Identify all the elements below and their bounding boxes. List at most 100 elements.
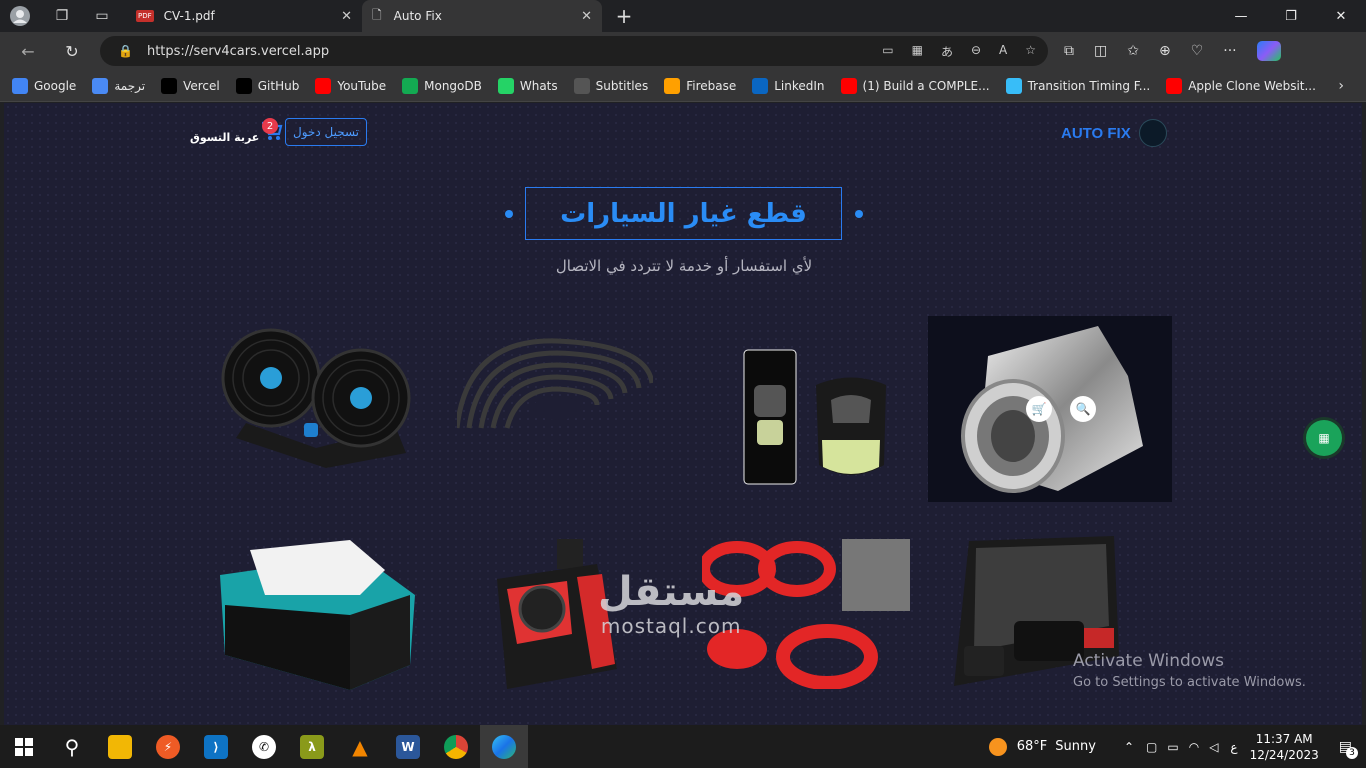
- pdf-icon: PDF: [136, 10, 154, 22]
- volume-icon[interactable]: ◁: [1209, 740, 1218, 754]
- cart-button[interactable]: عربة التسوق 2: [190, 118, 283, 146]
- firebase-icon: [664, 77, 681, 94]
- profile-icon[interactable]: [6, 2, 34, 30]
- performance-icon[interactable]: ♡: [1191, 43, 1204, 59]
- floating-action-button[interactable]: ▦: [1306, 420, 1342, 456]
- more-menu-icon[interactable]: ···: [1223, 43, 1236, 59]
- cart-count-badge: 2: [262, 118, 278, 134]
- chevron-up-icon[interactable]: ⌃: [1124, 740, 1134, 754]
- chrome-icon[interactable]: [432, 725, 480, 768]
- bookmark-label: Subtitles: [595, 78, 649, 93]
- watermark-arabic: مستقل: [598, 569, 745, 615]
- restore-icon[interactable]: ❐: [1266, 0, 1316, 32]
- bookmark-label: MongoDB: [424, 78, 482, 93]
- address-bar[interactable]: 🔒 https://serv4cars.vercel.app ▭ ▦ あ ⊖ A…: [100, 36, 1048, 66]
- refresh-icon[interactable]: ↻: [54, 42, 90, 61]
- tab-autofix[interactable]: 🗋 Auto Fix ✕: [362, 0, 602, 32]
- translate-icon[interactable]: あ: [941, 43, 953, 60]
- product-air-freshener[interactable]: [739, 345, 894, 487]
- start-button[interactable]: [0, 725, 48, 768]
- favorites-icon[interactable]: ✩: [1127, 43, 1139, 59]
- weather-temp[interactable]: 68°F: [1017, 739, 1048, 754]
- collections-icon[interactable]: ⊕: [1159, 43, 1171, 59]
- vlc-icon[interactable]: ▲: [336, 725, 384, 768]
- add-to-cart-icon[interactable]: 🛒: [1026, 396, 1052, 422]
- logo-text: AUTO FIX: [1061, 124, 1131, 142]
- bookmark-label: (1) Build a COMPLE...: [862, 78, 990, 93]
- zoom-icon[interactable]: ⊖: [971, 43, 981, 60]
- close-icon[interactable]: ✕: [581, 9, 592, 24]
- tab-cv[interactable]: PDF CV-1.pdf ✕: [126, 0, 362, 32]
- title-dot-left: [505, 210, 513, 218]
- bookmark-item[interactable]: Firebase: [664, 77, 737, 94]
- system-tray: 68°F Sunny ⌃ ▢ ▭ ◠ ◁ ع 11:37 AM 12/24/20…: [988, 725, 1366, 768]
- bookmark-item[interactable]: YouTube: [315, 77, 386, 94]
- address-bar-icons: ▭ ▦ あ ⊖ A ☆: [882, 43, 1036, 60]
- bookmark-item[interactable]: LinkedIn: [752, 77, 825, 94]
- new-tab-icon[interactable]: +: [610, 2, 638, 30]
- bookmark-item[interactable]: GitHub: [235, 77, 299, 94]
- tab-title: Auto Fix: [393, 9, 442, 23]
- file-explorer-icon[interactable]: [96, 725, 144, 768]
- lambda-app-icon[interactable]: λ: [288, 725, 336, 768]
- close-window-icon[interactable]: ✕: [1316, 0, 1366, 32]
- battery-tray-icon[interactable]: ▭: [1167, 740, 1178, 754]
- product-door-seal-strip[interactable]: [457, 333, 653, 430]
- page-subtitle: لأي استفسار أو خدمة لا تتردد في الاتصال: [555, 257, 813, 275]
- weather-sun-icon[interactable]: [988, 737, 1007, 756]
- back-icon[interactable]: ←: [10, 42, 46, 61]
- vscode-icon[interactable]: ⟩: [192, 725, 240, 768]
- login-button[interactable]: تسجيل دخول: [285, 118, 367, 146]
- tab-actions-icon[interactable]: ▭: [88, 2, 116, 30]
- bookmark-item[interactable]: (1) Build a COMPLE...: [840, 77, 990, 94]
- grid-icon: ▦: [1318, 431, 1330, 445]
- word-icon[interactable]: W: [384, 725, 432, 768]
- bookmarks-bar: Google ترجمة Vercel GitHub YouTube MongoDB Wha…: [0, 70, 1366, 102]
- notifications-icon[interactable]: ▤ 3: [1339, 739, 1358, 759]
- bookmark-item[interactable]: Google: [12, 77, 76, 94]
- site-logo[interactable]: AUTO FIX: [1061, 119, 1167, 147]
- page-icon: 🗋: [372, 7, 382, 22]
- split-screen-icon[interactable]: ◫: [1094, 43, 1107, 59]
- youtube-icon: [315, 77, 332, 94]
- url-text[interactable]: https://serv4cars.vercel.app: [147, 44, 329, 59]
- copilot-icon[interactable]: [1256, 41, 1281, 61]
- product-exhaust-tip[interactable]: 🛒 🔍: [928, 316, 1172, 502]
- meet-now-icon[interactable]: ▢: [1146, 740, 1157, 754]
- search-icon[interactable]: 🔍: [1070, 396, 1096, 422]
- favorite-star-icon[interactable]: ☆: [1025, 43, 1036, 60]
- bookmark-item[interactable]: ترجمة: [92, 77, 145, 94]
- whatsapp-taskbar-icon[interactable]: ✆: [240, 725, 288, 768]
- bookmarks-overflow-icon[interactable]: ›: [1338, 78, 1344, 94]
- search-taskbar-icon[interactable]: ⚲: [48, 725, 96, 768]
- bookmark-item[interactable]: Whats: [497, 77, 558, 94]
- bookmark-item[interactable]: Transition Timing F...: [1005, 77, 1150, 94]
- postman-icon[interactable]: ⚡: [144, 725, 192, 768]
- clock-time: 11:37 AM: [1255, 731, 1313, 746]
- wifi-icon[interactable]: ◠: [1189, 740, 1199, 754]
- activate-windows-notice: Activate Windows Go to Settings to activ…: [1073, 651, 1306, 690]
- bookmark-item[interactable]: Vercel: [161, 77, 220, 94]
- freshener-icon: [743, 349, 886, 485]
- bookmark-label: Firebase: [686, 78, 737, 93]
- weather-desc[interactable]: Sunny: [1055, 739, 1096, 754]
- product-car-fan[interactable]: [216, 328, 426, 483]
- lock-icon[interactable]: 🔒: [118, 44, 133, 58]
- read-aloud-icon[interactable]: A: [999, 43, 1007, 60]
- workspaces-icon[interactable]: ❐: [48, 2, 76, 30]
- app-available-icon[interactable]: ▭: [882, 43, 893, 60]
- qr-icon[interactable]: ▦: [912, 43, 923, 60]
- logo-emblem-icon: [1138, 119, 1167, 147]
- mostaql-watermark: مستقل mostaql.com: [598, 570, 744, 638]
- minimize-icon[interactable]: —: [1216, 0, 1266, 32]
- edge-icon[interactable]: [480, 725, 528, 768]
- bookmark-item[interactable]: Subtitles: [573, 77, 649, 94]
- language-indicator[interactable]: ع: [1230, 740, 1237, 754]
- title-dot-right: [855, 210, 863, 218]
- bookmark-item[interactable]: MongoDB: [402, 77, 482, 94]
- clock[interactable]: 11:37 AM 12/24/2023: [1250, 731, 1319, 763]
- bookmark-item[interactable]: Apple Clone Websit...: [1166, 77, 1316, 94]
- product-battery-pack[interactable]: [210, 535, 422, 690]
- close-icon[interactable]: ✕: [341, 9, 352, 24]
- extensions-icon[interactable]: ⧉: [1064, 43, 1074, 59]
